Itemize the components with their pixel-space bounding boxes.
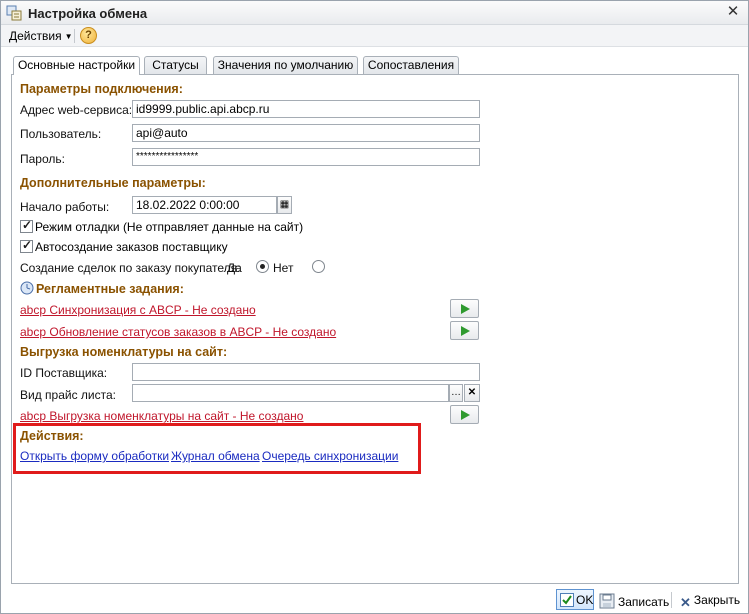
close-x-icon: ✕ bbox=[680, 595, 691, 610]
scheduled-section-header: Регламентные задания: bbox=[36, 282, 184, 296]
clear-icon[interactable]: ✕ bbox=[464, 384, 480, 402]
export-section-header: Выгрузка номенклатуры на сайт: bbox=[20, 345, 228, 359]
radio-selected-dot bbox=[260, 264, 265, 269]
check-icon: ✓ bbox=[22, 238, 33, 252]
play-icon bbox=[461, 410, 470, 420]
connection-section-header: Параметры подключения: bbox=[20, 82, 183, 96]
run-sync-button[interactable] bbox=[450, 299, 479, 318]
ellipsis-icon[interactable]: … bbox=[449, 384, 463, 402]
address-input[interactable]: id9999.public.api.abcp.ru bbox=[132, 100, 480, 118]
save-button[interactable]: Записать bbox=[599, 593, 669, 609]
run-export-button[interactable] bbox=[450, 405, 479, 424]
tab-defaults[interactable]: Значения по умолчанию bbox=[213, 56, 358, 74]
menu-bar: Действия ▼ ? bbox=[1, 25, 748, 47]
debug-label: Режим отладки (Не отправляет данные на с… bbox=[35, 220, 304, 234]
deals-yes-label: Да bbox=[227, 261, 242, 275]
save-icon bbox=[599, 593, 615, 609]
play-icon bbox=[461, 326, 470, 336]
close-window-icon[interactable]: ✕ bbox=[725, 4, 741, 20]
pricelist-input[interactable] bbox=[132, 384, 449, 402]
menu-divider bbox=[74, 29, 75, 43]
close-label: Закрыть bbox=[693, 593, 741, 607]
password-label: Пароль: bbox=[20, 152, 65, 166]
supplier-label: ID Поставщика: bbox=[20, 366, 108, 380]
run-status-update-button[interactable] bbox=[450, 321, 479, 340]
tab-statuses[interactable]: Статусы bbox=[144, 56, 207, 74]
user-label: Пользователь: bbox=[20, 127, 102, 141]
settings-form-icon bbox=[6, 5, 22, 21]
autocreate-checkbox[interactable]: ✓ bbox=[20, 238, 33, 253]
start-label: Начало работы: bbox=[20, 200, 110, 214]
ok-button[interactable]: OK bbox=[556, 589, 594, 610]
check-icon: ✓ bbox=[22, 218, 33, 232]
clock-icon bbox=[20, 281, 34, 295]
highlight-box bbox=[13, 423, 421, 474]
tab-mappings[interactable]: Сопоставления bbox=[363, 56, 459, 74]
caret-down-icon: ▼ bbox=[64, 32, 73, 41]
extra-section-header: Дополнительные параметры: bbox=[20, 176, 206, 190]
status-update-task-link[interactable]: abcp Обновление статусов заказов в ABCP … bbox=[20, 325, 336, 339]
address-label: Адрес web-сервиса: bbox=[20, 103, 133, 117]
sync-task-link[interactable]: abcp Синхронизация с ABCP - Не создано bbox=[20, 303, 256, 317]
user-input[interactable]: api@auto bbox=[132, 124, 480, 142]
deals-yes-radio[interactable] bbox=[256, 260, 269, 273]
close-button[interactable]: ✕ Закрыть bbox=[680, 593, 740, 611]
pricelist-label: Вид прайс листа: bbox=[20, 388, 116, 402]
ok-check-icon bbox=[560, 593, 574, 607]
deals-no-radio[interactable] bbox=[312, 260, 325, 273]
start-date-input[interactable]: 18.02.2022 0:00:00 bbox=[132, 196, 277, 214]
tab-main-settings[interactable]: Основные настройки bbox=[13, 56, 140, 75]
calendar-icon[interactable]: ▦ bbox=[277, 196, 292, 214]
supplier-input[interactable] bbox=[132, 363, 480, 381]
actions-menu-button[interactable]: Действия ▼ bbox=[9, 29, 73, 43]
save-label: Записать bbox=[618, 595, 670, 609]
password-input[interactable]: **************** bbox=[132, 148, 480, 166]
debug-checkbox-row: ✓ Режим отладки (Не отправляет данные на … bbox=[20, 218, 304, 234]
ok-label: OK bbox=[576, 593, 594, 607]
actions-menu-label: Действия bbox=[9, 29, 62, 43]
play-icon bbox=[461, 304, 470, 314]
window-title: Настройка обмена bbox=[28, 6, 148, 21]
deals-label: Создание сделок по заказу покупателя: bbox=[20, 261, 241, 275]
help-button[interactable]: ? bbox=[80, 27, 97, 44]
title-bar: Настройка обмена ✕ bbox=[1, 1, 748, 25]
export-task-link[interactable]: abcp Выгрузка номенклатуры на сайт - Не … bbox=[20, 409, 303, 423]
deals-no-label: Нет bbox=[273, 261, 294, 275]
settings-window: Настройка обмена ✕ Действия ▼ ? Основные … bbox=[0, 0, 749, 614]
autocreate-label: Автосоздание заказов поставщику bbox=[35, 240, 228, 254]
footer-divider bbox=[671, 592, 672, 608]
debug-checkbox[interactable]: ✓ bbox=[20, 218, 33, 233]
autocreate-checkbox-row: ✓ Автосоздание заказов поставщику bbox=[20, 238, 228, 254]
